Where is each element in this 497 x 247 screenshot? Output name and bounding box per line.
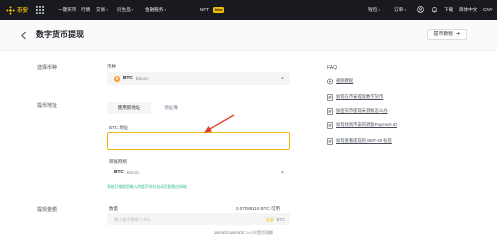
amount-unit: BTC: [276, 216, 285, 222]
amount-placeholder: 最小提币数额 0.001: [114, 216, 151, 222]
faq-item[interactable]: 视频教程: [327, 77, 353, 85]
document-icon: [327, 121, 333, 129]
withdraw-all-button[interactable]: 全部: [266, 217, 274, 223]
coin-name: Bitcoin: [135, 76, 149, 81]
chevron-down-icon: [280, 77, 285, 80]
withdraw-content: 选择币种 币种 ₿ BTC Bitcoin 提币地址 使用新地址 地址簿 BTC…: [0, 51, 497, 247]
coin-select[interactable]: ₿ BTC Bitcoin: [107, 72, 290, 85]
tab-new-address[interactable]: 使用新地址: [107, 102, 151, 114]
document-icon: [327, 137, 333, 145]
network-select[interactable]: BTC Bitcoin: [107, 166, 290, 179]
faq-item[interactable]: 如何找到币安的转账Payment ID: [327, 121, 397, 129]
document-icon: [327, 107, 333, 115]
amount-section-label: 提现金额: [37, 207, 58, 213]
address-label: BTC 地址: [109, 125, 129, 130]
tab-address-book[interactable]: 地址簿: [155, 102, 187, 114]
chevron-down-icon: [280, 171, 285, 174]
network-code: BTC: [114, 170, 124, 175]
faq-title: FAQ: [327, 65, 338, 71]
withdraw-limit-value: 100 BTC/100 BTC: [214, 231, 246, 235]
faq-item[interactable]: 加密货币提现未到账怎么办: [327, 107, 388, 115]
available-balance: 0.07088119 BTC 可用: [236, 206, 280, 211]
amount-input[interactable]: 最小提币数额 0.001 全部 BTC: [107, 213, 290, 225]
network-auto-match-note: 系统已根据您输入的提币地址自动匹配相应网络: [107, 185, 187, 189]
bitcoin-icon: ₿: [114, 75, 120, 82]
document-icon: [327, 93, 333, 101]
amount-label: 数量: [109, 206, 118, 211]
address-section-label: 提币地址: [37, 103, 58, 109]
network-label: 转账网络: [109, 159, 127, 164]
faq-item[interactable]: 如何查看提现的 BEP-20 标签: [327, 137, 392, 145]
withdraw-limit-label: 24小时提币限额: [246, 231, 274, 235]
address-input[interactable]: [107, 132, 290, 150]
withdraw-limit: 100 BTC/100 BTC 24小时提币限额: [214, 231, 273, 236]
coin-code: BTC: [123, 76, 133, 81]
network-name: Bitcoin: [126, 170, 140, 175]
coin-section-label: 选择币种: [37, 65, 58, 71]
annotation-arrow: [204, 114, 235, 133]
play-circle-icon: [327, 78, 333, 84]
faq-item[interactable]: 如何在币安提现数字货币: [327, 93, 383, 101]
coin-field-label: 币种: [107, 64, 116, 69]
